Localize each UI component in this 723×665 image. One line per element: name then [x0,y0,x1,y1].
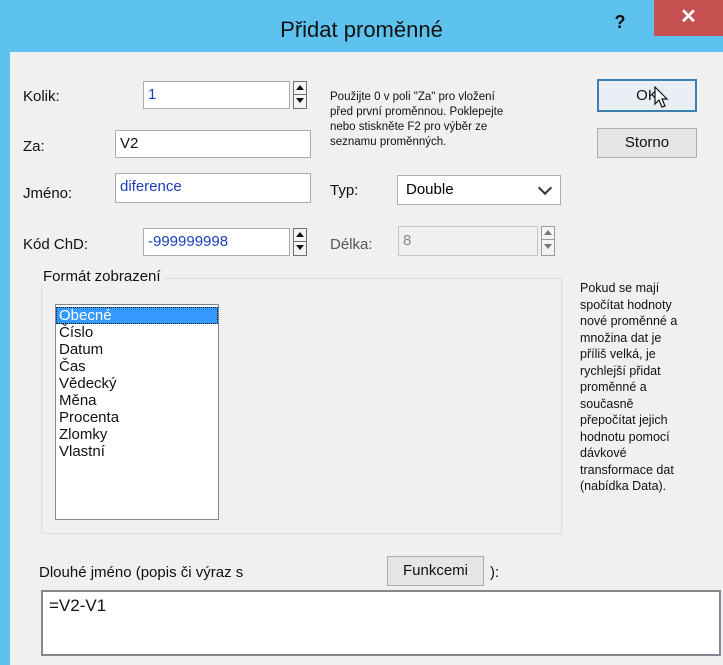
kolik-input[interactable]: 1 [143,81,290,109]
long-name-suffix: ): [490,564,500,581]
kolik-spinner[interactable] [293,81,307,109]
jmeno-input[interactable]: diference [115,173,311,203]
za-help-text: Použijte 0 v poli "Za" pro vložení před … [330,90,580,150]
list-item[interactable]: Datum [56,341,218,358]
help-line: nebo stiskněte F2 pro výběr ze [330,121,488,133]
chevron-down-icon [537,180,553,196]
dialog-body: Kolik: 1 Za: V2 Použijte 0 v poli "Za" p… [10,52,723,665]
note-line: dávkové [580,446,627,460]
note-line: nové proměnné a [580,314,678,328]
note-line: současně [580,396,634,411]
list-item[interactable]: Měna [56,392,218,409]
help-icon[interactable]: ? [600,8,640,36]
note-line: příliš velká, je [580,347,656,361]
help-line: před první proměnnou. Poklepejte [330,106,504,118]
spin-down-icon[interactable] [294,242,306,254]
note-line: spočítat hodnoty [580,297,672,312]
kod-chd-spinner[interactable] [293,228,307,256]
typ-select[interactable]: Double [397,175,561,205]
mouse-cursor-icon [654,86,669,108]
long-name-textarea[interactable]: =V2-V1 [41,590,721,656]
note-line: proměnné a [580,380,647,394]
note-line: množina dat je [580,330,662,345]
note-line: přepočítat jejich [580,413,668,427]
dialog-window: Přidat proměnné ? ✕ Kolik: 1 Za: V2 Použ… [0,0,723,665]
jmeno-label: Jméno: [23,185,73,202]
functions-button[interactable]: Funkcemi [387,556,484,586]
typ-label: Typ: [330,182,359,199]
delka-input: 8 [398,226,538,256]
kod-chd-label: Kód ChD: [23,236,89,253]
list-item[interactable]: Čas [56,358,218,375]
list-item[interactable]: Vědecký [56,375,218,392]
typ-value: Double [406,181,454,198]
kod-chd-input[interactable]: -999999998 [143,228,290,256]
list-item[interactable]: Číslo [56,324,218,341]
spin-up-icon[interactable] [294,229,306,242]
cancel-button[interactable]: Storno [597,128,697,158]
list-item[interactable]: Zlomky [56,426,218,443]
help-line: seznamu proměnných. [330,136,447,148]
kolik-label: Kolik: [23,88,60,105]
ok-button[interactable]: OK [597,79,697,112]
list-item[interactable]: Procenta [56,409,218,426]
list-item[interactable]: Obecné [56,307,218,324]
close-button[interactable]: ✕ [654,0,723,36]
long-name-label: Dlouhé jméno (popis či výraz s [39,564,244,581]
spin-down-icon [542,241,554,253]
note-line: rychlejší přidat [580,363,661,378]
spin-up-icon [542,227,554,240]
za-label: Za: [23,138,45,155]
format-group-title: Formát zobrazení [40,268,164,285]
long-name-value: =V2-V1 [49,596,107,615]
delka-spinner [541,226,555,256]
note-line: hodnotu pomocí [580,429,670,444]
note-line: transformace dat [580,462,674,477]
performance-note: Pokud se mají spočítat hodnoty nové prom… [580,280,716,495]
format-listbox[interactable]: Obecné Číslo Datum Čas Vědecký Měna Proc… [55,304,219,520]
za-input[interactable]: V2 [115,130,311,158]
note-line: Pokud se mají [580,281,660,295]
delka-label: Délka: [330,236,373,253]
spin-down-icon[interactable] [294,95,306,107]
note-line: (nabídka Data). [580,479,667,493]
help-line: Použijte 0 v poli "Za" pro vložení [330,91,495,103]
title-bar[interactable]: Přidat proměnné ? ✕ [0,0,723,52]
list-item[interactable]: Vlastní [56,443,218,460]
spin-up-icon[interactable] [294,82,306,95]
